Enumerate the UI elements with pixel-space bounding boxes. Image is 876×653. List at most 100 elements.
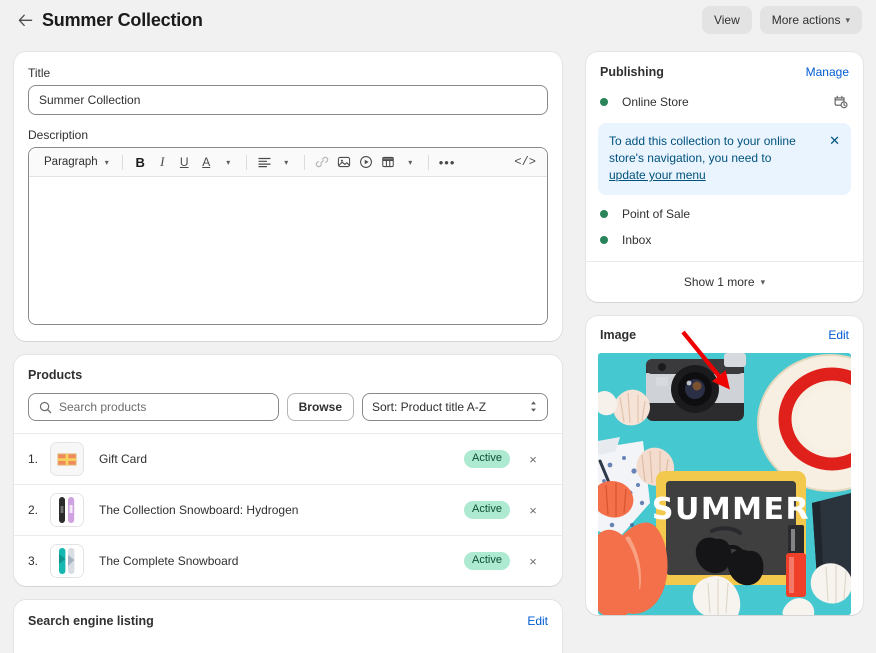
status-dot-icon	[600, 98, 608, 106]
image-icon	[338, 156, 351, 168]
status-dot-icon	[600, 210, 608, 219]
table-icon	[382, 156, 395, 168]
image-card-header: Image Edit	[586, 316, 863, 353]
block-format-label: Paragraph	[44, 156, 98, 168]
banner-close-button[interactable]: ✕	[823, 133, 840, 149]
schedule-button[interactable]	[833, 94, 849, 110]
gift-card-icon	[51, 443, 83, 475]
chevron-down-icon: ▾	[760, 276, 766, 287]
publishing-title: Publishing	[600, 65, 664, 79]
title-input[interactable]	[28, 85, 548, 115]
sort-select[interactable]: Sort: Product title A-Z	[362, 393, 548, 421]
search-engine-listing-card: Search engine listing Edit	[14, 600, 562, 653]
table-row[interactable]: 2. The Collection Snowboard: Hydrogen Ac…	[14, 484, 562, 535]
chevron-down-icon: ▾	[104, 157, 109, 167]
bold-button[interactable]: B	[130, 152, 151, 173]
video-icon	[360, 156, 373, 168]
product-name: The Complete Snowboard	[99, 554, 239, 568]
toolbar-divider	[245, 154, 247, 170]
align-button[interactable]	[254, 152, 275, 173]
channel-row-point-of-sale[interactable]: Point of Sale	[586, 201, 863, 227]
description-textarea[interactable]	[29, 177, 547, 324]
chevron-down-icon: ▾	[226, 157, 231, 167]
text-color-dropdown[interactable]: ▾	[218, 152, 239, 173]
text-color-button[interactable]: A	[196, 152, 217, 173]
editor-toolbar: Paragraph ▾ B I U A ▾ ▾ ▾ ••• </>	[29, 148, 547, 177]
top-bar-actions: View More actions ▾	[701, 6, 862, 34]
product-thumbnail	[50, 442, 84, 476]
status-badge: Active	[464, 449, 510, 469]
align-left-icon	[258, 157, 271, 167]
chevron-down-icon: ▾	[284, 157, 289, 167]
product-index: 3.	[28, 554, 39, 568]
page-title: Summer Collection	[42, 9, 203, 30]
show-more-label: Show 1 more	[683, 275, 755, 290]
browse-button[interactable]: Browse	[286, 393, 354, 421]
italic-button[interactable]: I	[152, 152, 173, 173]
status-badge: Active	[464, 500, 510, 520]
chevron-updown-icon	[531, 400, 536, 412]
product-name: Gift Card	[99, 452, 148, 466]
snowboard-icon	[51, 545, 83, 577]
toolbar-divider	[427, 154, 429, 170]
show-more-button[interactable]: Show 1 more ▾	[586, 261, 863, 302]
back-button[interactable]	[14, 9, 36, 31]
table-row[interactable]: 3. The Complete Snowboard Active ×	[14, 535, 562, 586]
remove-product-button[interactable]: ×	[518, 554, 548, 569]
navigation-info-banner: To add this collection to your online st…	[598, 123, 851, 196]
product-thumbnail	[50, 544, 84, 578]
search-products-input[interactable]: Search products	[28, 393, 279, 421]
html-code-button[interactable]: </>	[511, 152, 539, 173]
arrow-left-icon	[18, 14, 32, 26]
view-button-label: View	[713, 13, 740, 27]
image-edit-link[interactable]: Edit	[828, 328, 849, 342]
toolbar-divider	[303, 154, 305, 170]
product-thumbnail	[50, 493, 84, 527]
sort-select-label: Sort: Product title A-Z	[372, 400, 487, 414]
browse-button-label: Browse	[298, 400, 342, 414]
manage-link[interactable]: Manage	[806, 65, 849, 79]
insert-video-button[interactable]	[356, 152, 377, 173]
channel-row-inbox[interactable]: Inbox	[586, 227, 863, 253]
chevron-down-icon: ▾	[408, 157, 413, 167]
seo-title: Search engine listing	[28, 614, 154, 628]
search-products-placeholder: Search products	[59, 400, 147, 414]
seo-body	[14, 642, 562, 653]
snowboard-icon	[51, 494, 83, 526]
title-field-label: Title	[28, 66, 51, 80]
block-format-dropdown[interactable]: Paragraph ▾	[37, 152, 115, 173]
channel-row-online-store[interactable]: Online Store	[586, 89, 863, 115]
more-actions-button[interactable]: More actions ▾	[759, 6, 862, 34]
table-row[interactable]: 1. Gift Card Active ×	[14, 433, 562, 484]
channel-name: Inbox	[622, 233, 652, 248]
view-button[interactable]: View	[701, 6, 752, 34]
select-chevrons-icon	[529, 400, 538, 415]
collection-editor-page: Summer Collection View More actions ▾ Ti…	[0, 0, 876, 653]
description-field-label: Description	[28, 128, 89, 142]
chalkboard-text: SUMMER	[652, 492, 810, 527]
underline-button[interactable]: U	[174, 152, 195, 173]
product-name: The Collection Snowboard: Hydrogen	[99, 503, 299, 517]
insert-table-button[interactable]	[378, 152, 399, 173]
seo-header: Search engine listing Edit	[14, 600, 562, 642]
channel-name: Point of Sale	[622, 207, 691, 222]
remove-product-button[interactable]: ×	[518, 452, 548, 467]
insert-link-button[interactable]	[312, 152, 333, 173]
chevron-down-icon: ▾	[845, 14, 850, 25]
status-dot-icon	[600, 236, 608, 245]
image-card: Image Edit SUMMER	[586, 316, 863, 616]
insert-image-button[interactable]	[334, 152, 355, 173]
update-your-menu-link[interactable]: update your menu	[609, 168, 706, 182]
collection-image[interactable]: SUMMER	[598, 353, 851, 616]
status-badge: Active	[464, 551, 510, 571]
products-header: Products Search products Browse Sort: Pr…	[14, 355, 562, 433]
top-bar: Summer Collection View More actions ▾	[0, 0, 876, 40]
seo-edit-link[interactable]: Edit	[527, 614, 548, 628]
align-dropdown[interactable]: ▾	[276, 152, 297, 173]
more-formatting-button[interactable]: •••	[436, 152, 459, 173]
remove-product-button[interactable]: ×	[518, 503, 548, 518]
table-dropdown[interactable]: ▾	[400, 152, 421, 173]
calendar-clock-icon	[834, 95, 848, 109]
description-editor: Paragraph ▾ B I U A ▾ ▾ ▾ ••• </>	[28, 147, 548, 325]
products-title: Products	[28, 368, 83, 382]
